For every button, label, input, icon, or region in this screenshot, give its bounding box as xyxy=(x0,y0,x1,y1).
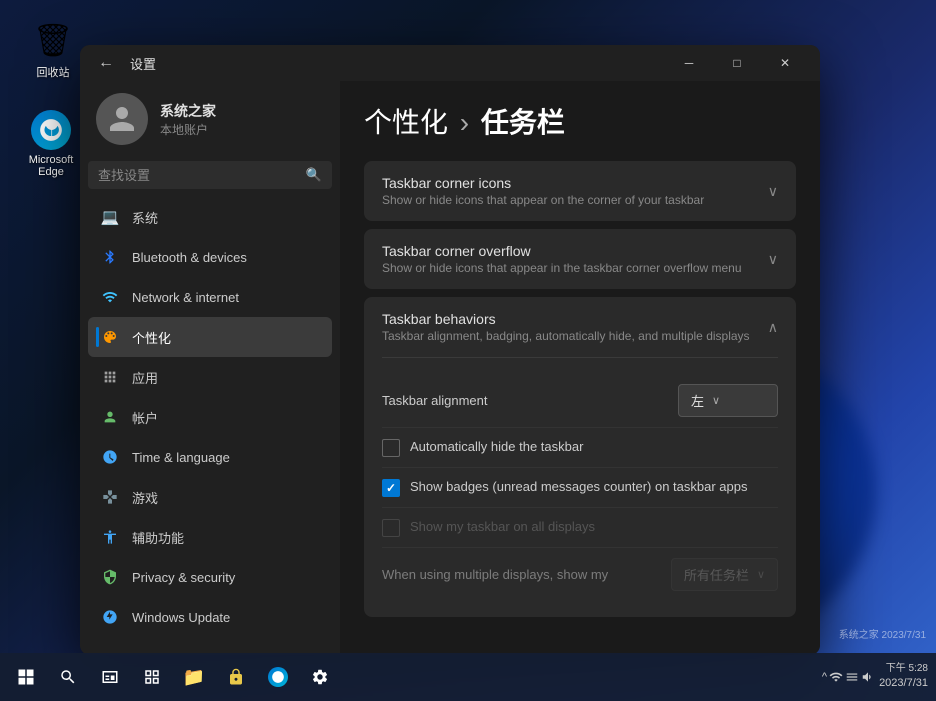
start-button[interactable] xyxy=(8,659,44,695)
user-profile[interactable]: 系统之家 本地账户 xyxy=(88,81,332,161)
autohide-row: Automatically hide the taskbar xyxy=(382,428,778,468)
sidebar-item-gaming[interactable]: 游戏 xyxy=(88,477,332,517)
page-header: 个性化 › 任务栏 xyxy=(364,101,796,141)
taskbar-alignment-row: Taskbar alignment 左 ∨ xyxy=(382,374,778,428)
show-badges-row: Show badges (unread messages counter) on… xyxy=(382,468,778,508)
section-subtitle-overflow: Show or hide icons that appear in the ta… xyxy=(382,261,742,275)
user-name: 系统之家 xyxy=(160,101,216,121)
show-badges-checkbox[interactable] xyxy=(382,479,400,497)
taskbar: 📁 ^ 下午 5: xyxy=(0,653,936,701)
sidebar: 系统之家 本地账户 🔍 💻 系统 xyxy=(80,81,340,655)
taskbar-search-button[interactable] xyxy=(50,659,86,695)
privacy-icon xyxy=(100,567,120,587)
task-view-button[interactable] xyxy=(92,659,128,695)
section-title-behaviors: Taskbar behaviors xyxy=(382,311,750,327)
taskbar-right: ^ 下午 5:28 2023/7/31 xyxy=(822,662,928,691)
dropdown-arrow-alignment: ∨ xyxy=(712,394,720,407)
taskbar-edge-button[interactable] xyxy=(260,659,296,695)
taskbar-settings-button[interactable] xyxy=(302,659,338,695)
taskbar-date-label: 2023/7/31 xyxy=(879,676,928,691)
back-button[interactable]: ← xyxy=(92,49,120,77)
file-explorer-button[interactable]: 📁 xyxy=(176,659,212,695)
personalization-icon xyxy=(100,327,120,347)
user-type: 本地账户 xyxy=(160,121,216,138)
taskbar-behaviors-section: Taskbar behaviors Taskbar alignment, bad… xyxy=(364,297,796,617)
multi-display-row: When using multiple displays, show my 所有… xyxy=(382,548,778,601)
sidebar-item-personalization[interactable]: 个性化 xyxy=(88,317,332,357)
section-subtitle-behaviors: Taskbar alignment, badging, automaticall… xyxy=(382,329,750,343)
minimize-button[interactable]: ─ xyxy=(666,47,712,79)
autohide-checkbox[interactable] xyxy=(382,439,400,457)
taskbar-corner-overflow-header[interactable]: Taskbar corner overflow Show or hide ico… xyxy=(364,229,796,289)
search-box[interactable]: 🔍 xyxy=(88,161,332,189)
accounts-icon xyxy=(100,407,120,427)
edge-browser-icon[interactable]: Microsoft Edge xyxy=(16,110,86,178)
accessibility-icon xyxy=(100,527,120,547)
multi-display-dropdown: 所有任务栏 ∨ xyxy=(671,558,778,591)
breadcrumb-separator: › xyxy=(460,107,469,138)
main-content: 个性化 › 任务栏 Taskbar corner icons Show or h… xyxy=(340,81,820,655)
close-button[interactable]: ✕ xyxy=(762,47,808,79)
sidebar-item-system[interactable]: 💻 系统 xyxy=(88,197,332,237)
sidebar-item-privacy[interactable]: Privacy & security xyxy=(88,557,332,597)
sidebar-item-accessibility[interactable]: 辅助功能 xyxy=(88,517,332,557)
multi-display-value: 所有任务栏 xyxy=(684,565,749,584)
windows-update-icon xyxy=(100,607,120,627)
sidebar-item-time[interactable]: Time & language xyxy=(88,437,332,477)
taskbar-chevron[interactable]: ^ xyxy=(822,671,827,683)
watermark: 系统之家 2023/7/31 xyxy=(839,626,926,641)
chevron-overflow: ∨ xyxy=(768,251,778,268)
vault-button[interactable] xyxy=(218,659,254,695)
taskbar-datetime[interactable]: 下午 5:28 2023/7/31 xyxy=(879,662,928,691)
breadcrumb-current: 任务栏 xyxy=(481,107,565,138)
search-input[interactable] xyxy=(98,168,298,183)
behaviors-expanded: Taskbar alignment 左 ∨ Automatically hide… xyxy=(364,357,796,617)
gaming-icon xyxy=(100,487,120,507)
dropdown-arrow-multi: ∨ xyxy=(757,568,765,581)
chevron-corner-icons: ∨ xyxy=(768,183,778,200)
taskbar-alignment-label: Taskbar alignment xyxy=(382,393,488,408)
chevron-behaviors: ∧ xyxy=(768,319,778,336)
sidebar-item-apps[interactable]: 应用 xyxy=(88,357,332,397)
breadcrumb-parent: 个性化 xyxy=(364,107,448,138)
sidebar-item-bluetooth[interactable]: Bluetooth & devices xyxy=(88,237,332,277)
system-icon: 💻 xyxy=(100,207,120,227)
alignment-value: 左 xyxy=(691,391,704,410)
apps-icon xyxy=(100,367,120,387)
taskbar-corner-icons-header[interactable]: Taskbar corner icons Show or hide icons … xyxy=(364,161,796,221)
bluetooth-icon xyxy=(100,247,120,267)
taskbar-time-label: 下午 5:28 xyxy=(879,662,928,676)
network-icon xyxy=(100,287,120,307)
title-bar: ← 设置 ─ □ ✕ xyxy=(80,45,820,81)
sidebar-item-network[interactable]: Network & internet xyxy=(88,277,332,317)
section-title-overflow: Taskbar corner overflow xyxy=(382,243,742,259)
recycle-bin-icon[interactable]: 🗑 回收站 xyxy=(18,20,88,80)
autohide-label: Automatically hide the taskbar xyxy=(410,438,583,456)
window-title: 设置 xyxy=(130,54,156,73)
all-displays-row: Show my taskbar on all displays xyxy=(382,508,778,548)
all-displays-label: Show my taskbar on all displays xyxy=(410,518,595,536)
multi-display-label: When using multiple displays, show my xyxy=(382,567,608,582)
time-icon xyxy=(100,447,120,467)
show-badges-label: Show badges (unread messages counter) on… xyxy=(410,478,747,496)
settings-window: ← 设置 ─ □ ✕ 系统之家 本地账户 xyxy=(80,45,820,655)
settings-body: 系统之家 本地账户 🔍 💻 系统 xyxy=(80,81,820,655)
taskbar-corner-overflow-section: Taskbar corner overflow Show or hide ico… xyxy=(364,229,796,289)
all-displays-checkbox xyxy=(382,519,400,537)
avatar xyxy=(96,93,148,145)
desktop: 🗑 回收站 Microsoft Edge ← 设置 ─ □ ✕ xyxy=(0,0,936,701)
widgets-button[interactable] xyxy=(134,659,170,695)
section-subtitle-corner-icons: Show or hide icons that appear on the co… xyxy=(382,193,704,207)
taskbar-corner-icons-section: Taskbar corner icons Show or hide icons … xyxy=(364,161,796,221)
section-title-corner-icons: Taskbar corner icons xyxy=(382,175,704,191)
taskbar-behaviors-header[interactable]: Taskbar behaviors Taskbar alignment, bad… xyxy=(364,297,796,357)
search-icon: 🔍 xyxy=(306,167,322,183)
sidebar-item-windows-update[interactable]: Windows Update xyxy=(88,597,332,637)
taskbar-alignment-dropdown[interactable]: 左 ∨ xyxy=(678,384,778,417)
maximize-button[interactable]: □ xyxy=(714,47,760,79)
sidebar-item-accounts[interactable]: 帐户 xyxy=(88,397,332,437)
